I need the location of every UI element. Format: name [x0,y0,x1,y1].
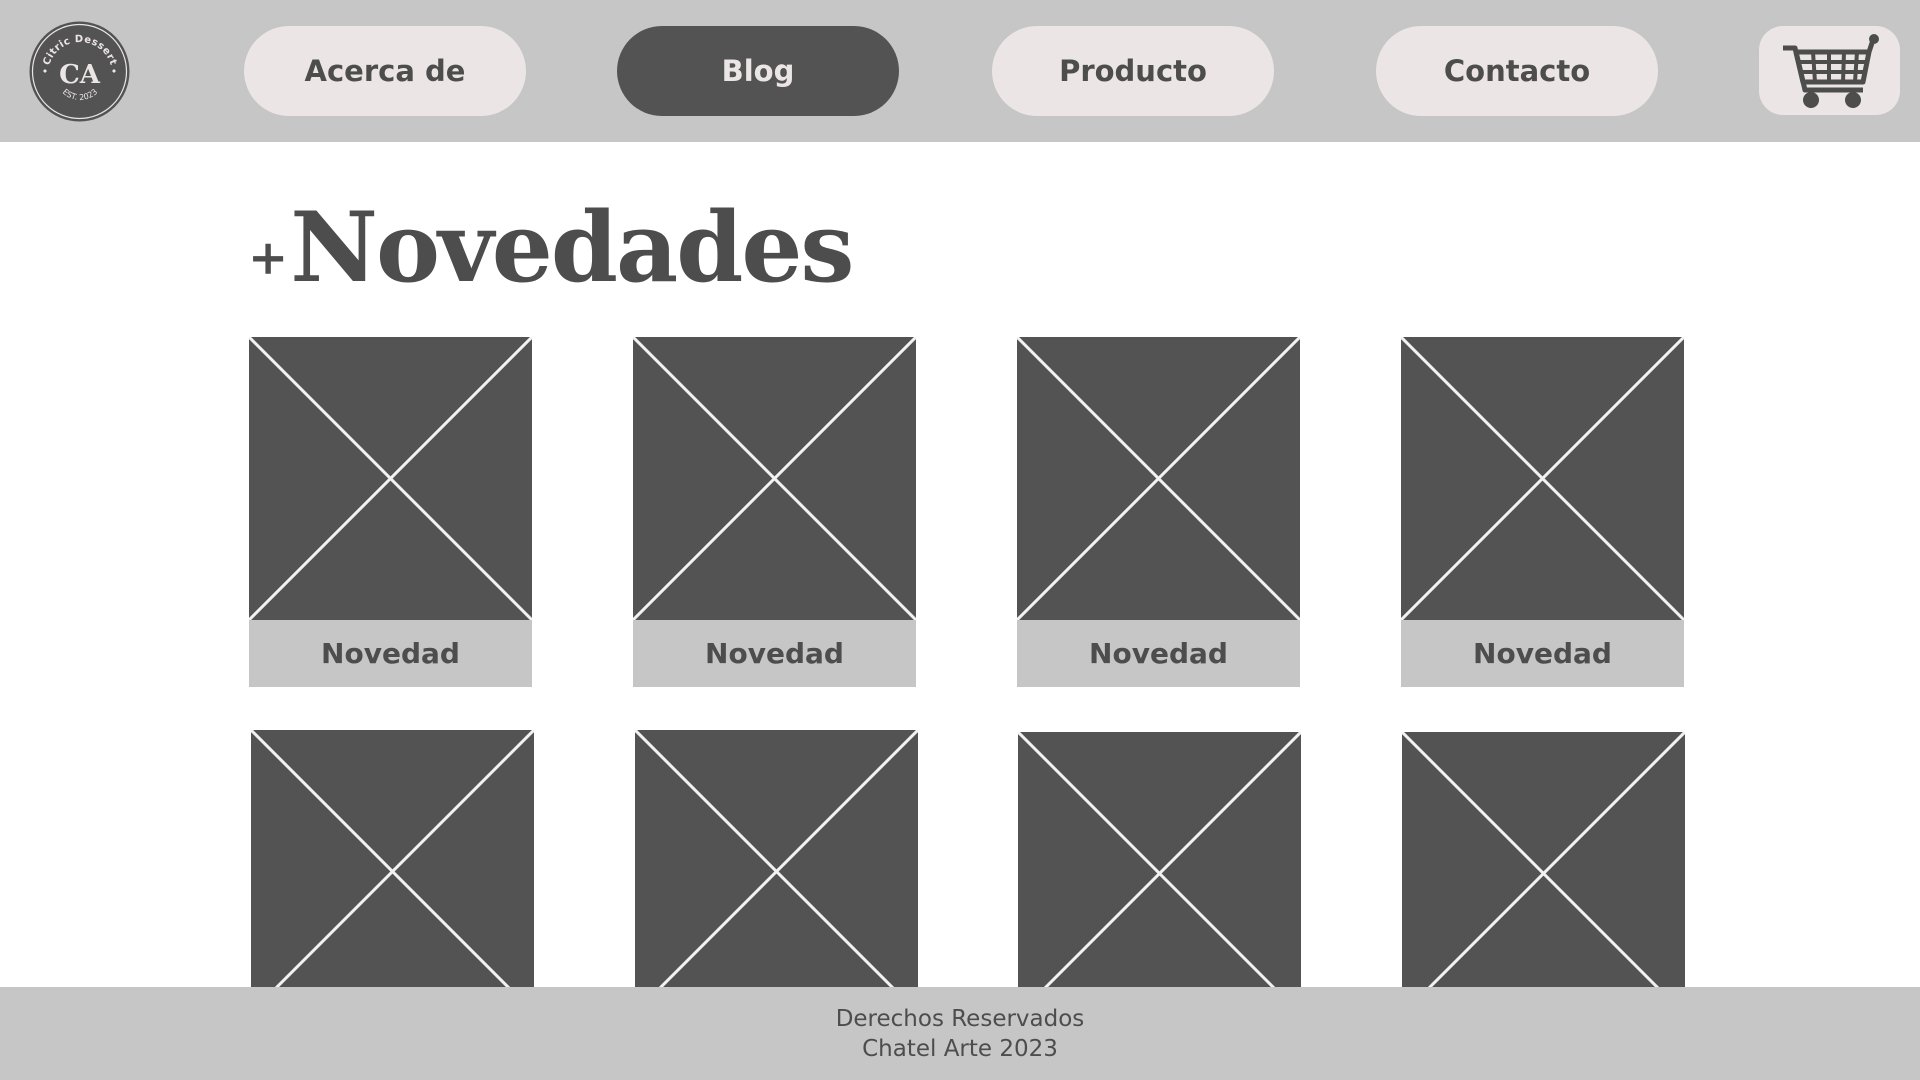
novedad-card-label: Novedad [1017,620,1300,687]
novedad-card[interactable] [1018,732,1301,1015]
shopping-cart-icon [1783,34,1879,108]
image-placeholder-icon [1018,732,1301,1015]
novedad-card-label: Novedad [249,620,532,687]
page-title: Novedades [290,191,854,304]
novedad-card[interactable]: Novedad [1017,337,1300,687]
top-navbar: Citric Dessert EST. 2023 CA Acerca de Bl… [0,0,1920,142]
novedad-card-label: Novedad [1401,620,1684,687]
nav-contacto-button[interactable]: Contacto [1376,26,1658,116]
novedad-card[interactable] [251,730,534,1013]
nav-acerca-de-button[interactable]: Acerca de [244,26,526,116]
image-placeholder-icon [635,730,918,1013]
footer-rights-text: Derechos Reservados [835,1005,1085,1032]
image-placeholder-icon [251,730,534,1013]
brand-logo[interactable]: Citric Dessert EST. 2023 CA [28,20,131,123]
page-footer: Derechos Reservados Chatel Arte 2023 [0,987,1920,1080]
title-plus-mark: + [248,230,289,286]
image-placeholder-icon [1017,337,1300,620]
novedad-card-label: Novedad [633,620,916,687]
nav-producto-button[interactable]: Producto [992,26,1274,116]
novedad-card[interactable]: Novedad [1401,337,1684,687]
image-placeholder-icon [1402,732,1685,1015]
citric-dessert-logo-icon: Citric Dessert EST. 2023 CA [29,21,130,122]
cart-button[interactable] [1759,26,1900,115]
footer-copyright-text: Chatel Arte 2023 [862,1035,1058,1062]
image-placeholder-icon [249,337,532,620]
novedad-card[interactable]: Novedad [633,337,916,687]
svg-text:CA: CA [59,60,101,90]
image-placeholder-icon [633,337,916,620]
novedad-card[interactable] [1402,732,1685,1015]
novedad-card[interactable]: Novedad [249,337,532,687]
image-placeholder-icon [1401,337,1684,620]
page-title-block: + Novedades [248,186,854,304]
nav-blog-button[interactable]: Blog [617,26,899,116]
novedad-card[interactable] [635,730,918,1013]
